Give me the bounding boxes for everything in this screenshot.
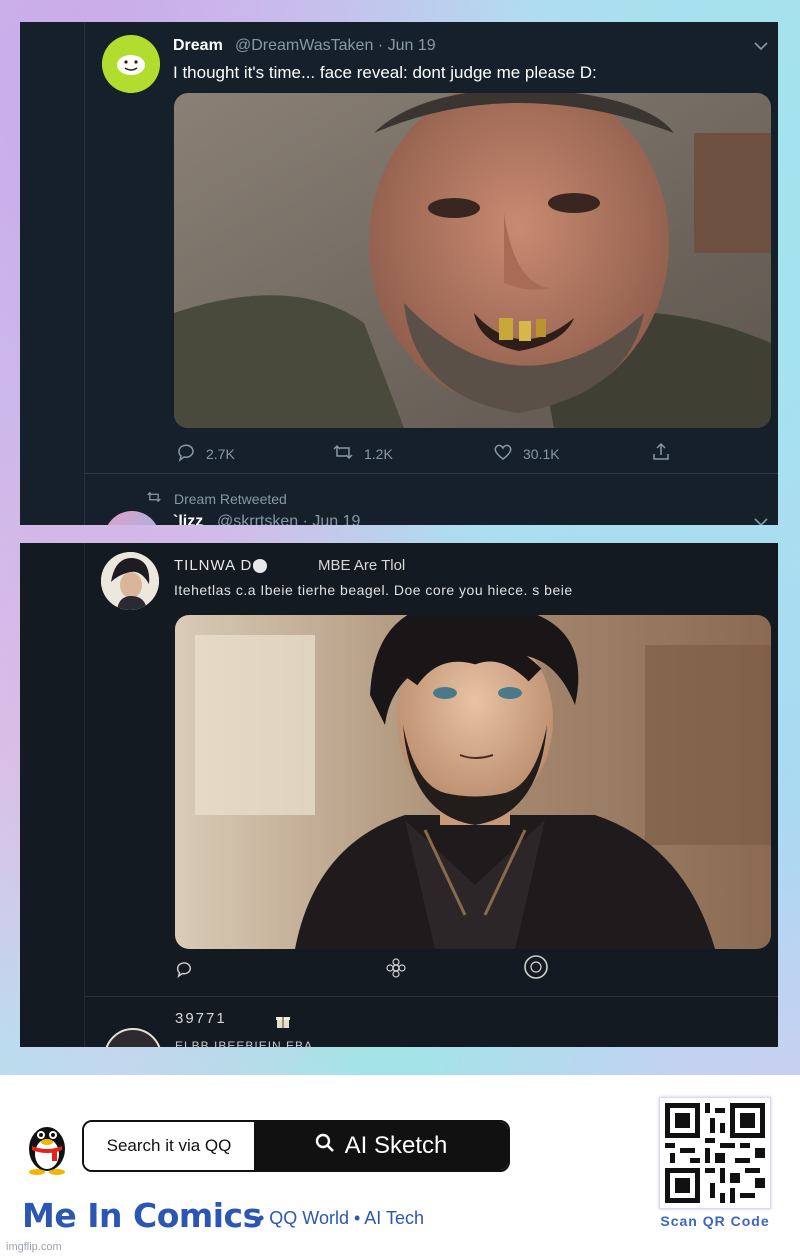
share-icon bbox=[651, 442, 671, 465]
share-button[interactable] bbox=[651, 442, 671, 465]
qq-penguin-icon[interactable] bbox=[22, 1117, 72, 1180]
tweet-media-photo[interactable] bbox=[174, 93, 771, 428]
next-tweet-avatar[interactable] bbox=[104, 1028, 162, 1047]
reply-button[interactable]: 2.7K bbox=[176, 442, 235, 465]
thread-divider bbox=[84, 543, 85, 1047]
scan-qr-label: Scan QR Code bbox=[660, 1213, 770, 1229]
tweet-author-name[interactable]: TILNWA DO bbox=[174, 557, 265, 574]
chevron-down-icon[interactable] bbox=[754, 514, 768, 525]
like-button[interactable]: 30.1K bbox=[493, 442, 560, 465]
garbled-text-line: ELBB IBEEBIEIN EBA bbox=[175, 1039, 314, 1047]
anime-avatar[interactable] bbox=[101, 552, 159, 610]
tweet-panel-ai-sketch: TILNWA DO MBE Are Tlol Itehetlas c.a Ibe… bbox=[20, 543, 778, 1047]
tweet-author-name[interactable]: Dream bbox=[173, 37, 223, 55]
ai-sketch-button[interactable]: AI Sketch bbox=[254, 1122, 508, 1170]
flower-icon[interactable] bbox=[386, 958, 406, 983]
tweet-text: Itehetlas c.a Ibeie tierhe beagel. Doe c… bbox=[174, 582, 573, 598]
search-icon bbox=[315, 1132, 335, 1160]
retweet-icon bbox=[332, 442, 354, 465]
verified-badge-icon bbox=[253, 559, 267, 573]
reply-count: 2.7K bbox=[206, 445, 235, 462]
tweet-separator bbox=[84, 996, 778, 997]
stat-number: 39771 bbox=[175, 1010, 227, 1027]
chevron-down-icon[interactable] bbox=[754, 38, 768, 54]
tweet-separator bbox=[84, 473, 778, 474]
brand-title: Me In Comics bbox=[22, 1196, 262, 1235]
qr-code-icon[interactable] bbox=[659, 1097, 771, 1209]
reply-icon bbox=[176, 442, 196, 465]
tweet-handle-date[interactable]: @DreamWasTaken · Jun 19 bbox=[235, 37, 436, 55]
emblem-icon[interactable] bbox=[523, 954, 549, 985]
watermark: imgflip.com bbox=[6, 1241, 62, 1253]
next-tweet-handle-date[interactable]: @skrrtsken · Jun 19 bbox=[217, 513, 360, 525]
retweeted-label: Dream Retweeted bbox=[174, 490, 287, 507]
search-via-qq-label[interactable]: Search it via QQ bbox=[84, 1122, 254, 1170]
next-tweet-avatar[interactable] bbox=[104, 511, 160, 525]
reply-icon[interactable] bbox=[175, 960, 193, 983]
tweet-panel-original: Dream @DreamWasTaken · Jun 19 I thought … bbox=[20, 22, 778, 525]
like-count: 30.1K bbox=[523, 445, 560, 462]
retweeted-indicator[interactable]: Dream Retweeted bbox=[146, 490, 287, 507]
brand-tags: • QQ World • AI Tech bbox=[258, 1208, 424, 1228]
retweet-small-icon bbox=[146, 490, 162, 507]
search-widget[interactable]: Search it via QQ AI Sketch bbox=[82, 1120, 510, 1172]
next-tweet-author-name[interactable]: `lizz bbox=[173, 513, 203, 525]
dream-avatar[interactable] bbox=[102, 35, 160, 93]
ai-sketch-label: AI Sketch bbox=[344, 1132, 448, 1159]
like-icon bbox=[493, 442, 513, 465]
tweet-text: I thought it's time... face reveal: dont… bbox=[173, 63, 597, 82]
retweet-button[interactable]: 1.2K bbox=[332, 442, 393, 465]
tweet-media-anime-portrait[interactable] bbox=[175, 615, 771, 949]
gift-icon bbox=[275, 1013, 291, 1034]
tweet-handle-date[interactable]: MBE Are Tlol bbox=[318, 557, 405, 574]
thread-divider bbox=[84, 22, 85, 525]
retweet-count: 1.2K bbox=[364, 445, 393, 462]
